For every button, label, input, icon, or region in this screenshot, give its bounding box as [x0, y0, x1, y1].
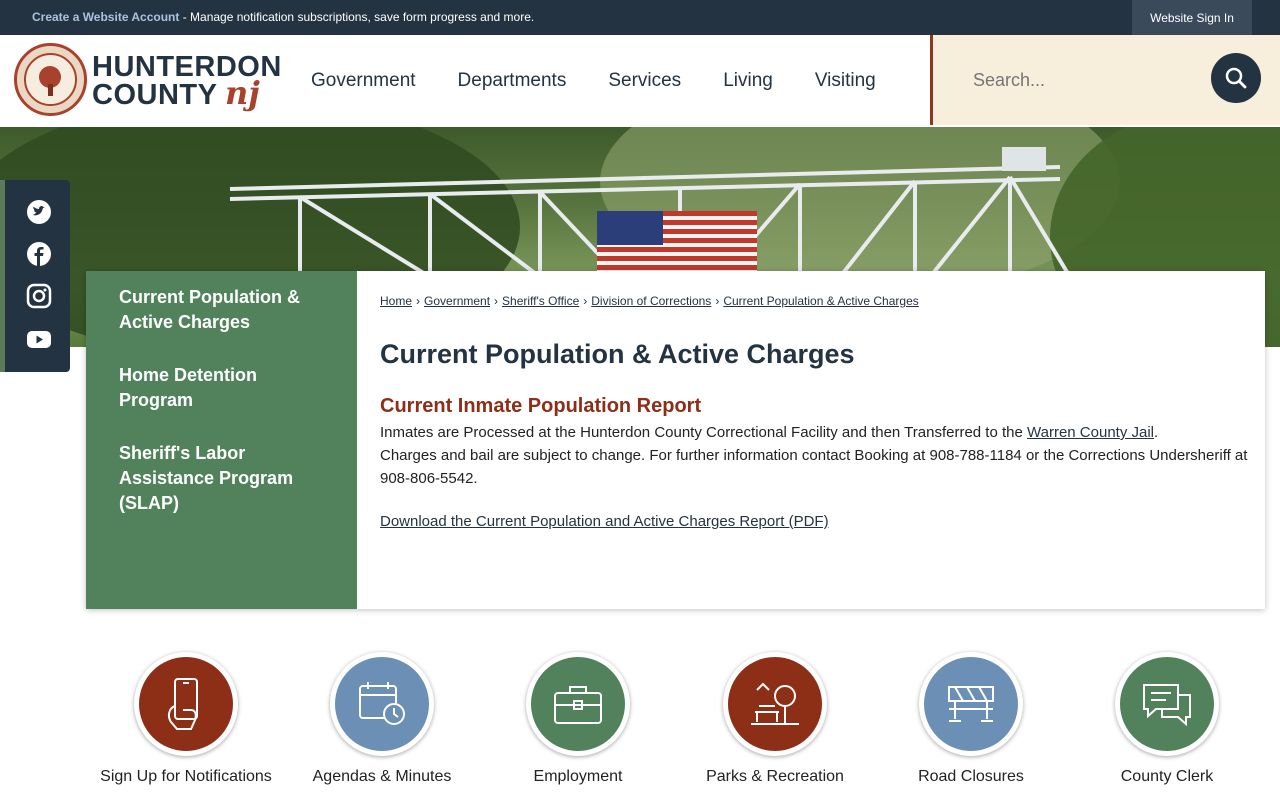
report-description: Inmates are Processed at the Hunterdon C…	[380, 424, 1248, 487]
nav-living[interactable]: Living	[723, 70, 773, 92]
quick-link-label: Road Closures	[918, 768, 1024, 785]
youtube-icon[interactable]	[26, 326, 52, 352]
quick-link-label: Employment	[533, 768, 623, 785]
twitter-icon[interactable]	[26, 199, 52, 225]
page-title: Current Population & Active Charges	[380, 339, 855, 369]
nav-departments[interactable]: Departments	[458, 70, 567, 92]
section-title: Current Inmate Population Report	[380, 395, 702, 417]
nav-visiting[interactable]: Visiting	[815, 70, 876, 92]
content-panel: Current Population & Active Charges Home…	[86, 271, 1265, 609]
county-seal-logo[interactable]	[14, 43, 87, 116]
breadcrumb-division-of-corrections[interactable]: Division of Corrections	[591, 294, 711, 308]
sidenav-slap[interactable]: Sheriff's Labor Assistance Program (SLAP…	[119, 441, 334, 516]
site-header: HUNTERDON COUNTY nj Government Departmen…	[0, 35, 1280, 127]
briefcase-icon	[554, 686, 602, 724]
main-nav: Government Departments Services Living V…	[290, 35, 897, 127]
quick-link-label: Parks & Recreation	[706, 768, 844, 785]
top-bar: Create a Website Account - Manage notifi…	[0, 0, 1280, 35]
chat-bubbles-icon	[1143, 684, 1191, 727]
breadcrumb-home[interactable]: Home	[380, 294, 412, 308]
facebook-icon[interactable]	[26, 241, 52, 267]
quick-links: Sign Up for Notifications Agendas & Minu…	[86, 650, 1266, 800]
nav-government[interactable]: Government	[311, 70, 416, 92]
american-flag	[597, 211, 757, 271]
create-account-link[interactable]: Create a Website Account	[32, 10, 179, 24]
website-sign-in-button[interactable]: Website Sign In	[1132, 0, 1252, 35]
calendar-clock-icon	[359, 682, 405, 725]
sidenav-home-detention[interactable]: Home Detention Program	[119, 363, 334, 413]
download-report-pdf-link[interactable]: Download the Current Population and Acti…	[380, 513, 829, 530]
park-tree-icon	[751, 682, 799, 725]
warren-county-jail-link[interactable]: Warren County Jail	[1027, 424, 1154, 441]
logo-text-nj[interactable]: nj	[225, 77, 260, 109]
breadcrumb-current-page[interactable]: Current Population & Active Charges	[723, 294, 918, 308]
road-barrier-icon	[948, 686, 994, 722]
quick-link-label: County Clerk	[1120, 768, 1214, 785]
social-media-bar	[0, 180, 70, 372]
sidenav-current-population[interactable]: Current Population & Active Charges	[119, 285, 334, 335]
logo-text-county[interactable]: COUNTY	[92, 81, 217, 110]
search-icon	[1225, 67, 1247, 89]
instagram-icon[interactable]	[26, 283, 52, 309]
phone-hand-icon	[167, 678, 198, 730]
side-navigation: Current Population & Active Charges Home…	[86, 271, 357, 609]
quick-link-label: Agendas & Minutes	[312, 768, 452, 785]
quick-link-label: Sign Up for Notifications	[100, 768, 272, 785]
search-button[interactable]	[1211, 53, 1261, 103]
nav-services[interactable]: Services	[608, 70, 681, 92]
breadcrumb-sheriffs-office[interactable]: Sheriff's Office	[502, 294, 579, 308]
account-message-text: - Manage notification subscriptions, sav…	[179, 10, 535, 24]
breadcrumb-government[interactable]: Government	[424, 294, 490, 308]
charges-bail-text: Charges and bail are subject to change. …	[380, 447, 1248, 487]
account-message: Create a Website Account - Manage notifi…	[32, 10, 534, 24]
search-input[interactable]	[973, 68, 1193, 92]
seal-trunk	[48, 84, 53, 96]
search-area	[930, 35, 1280, 125]
breadcrumb: Home › Government › Sheriff's Office › Divisio…	[380, 294, 919, 308]
